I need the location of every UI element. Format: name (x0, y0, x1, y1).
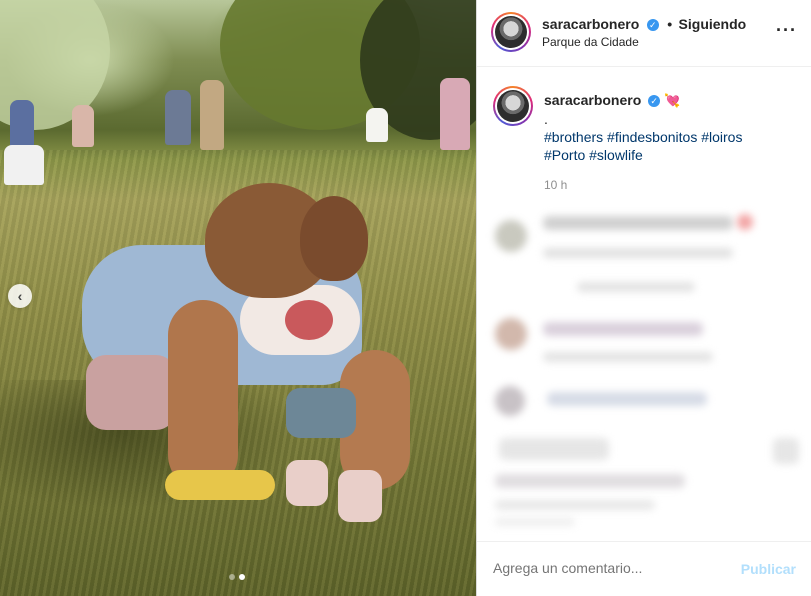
background-person (72, 105, 94, 147)
chevron-left-icon: ‹ (17, 288, 23, 304)
kid-shorts (86, 355, 176, 430)
carousel-prev-button[interactable]: ‹ (8, 284, 32, 308)
kid-denim-shorts (286, 388, 356, 438)
kid-leg (168, 300, 238, 490)
verified-badge-icon: ✓ (648, 95, 661, 108)
background-person (440, 78, 470, 150)
post-details-panel: saracarbonero ✓ • Siguiendo Parque da Ci… (476, 0, 811, 596)
comment-bar: Publicar (477, 541, 811, 596)
location-link[interactable]: Parque da Cidade (542, 35, 639, 49)
pink-shoe (338, 470, 382, 522)
background-person (4, 145, 44, 185)
caption-avatar[interactable] (493, 86, 533, 126)
post-header: saracarbonero ✓ • Siguiendo Parque da Ci… (477, 0, 811, 67)
pink-shoe (286, 460, 328, 506)
hashtags-line-2[interactable]: #Porto #slowlife (544, 146, 804, 164)
heart-arrow-emoji: 💘 (664, 93, 681, 108)
background-person (200, 80, 224, 150)
hashtags-line-1[interactable]: #brothers #findesbonitos #loiros (544, 128, 804, 146)
background-person (10, 100, 34, 148)
shirt-red-patch (285, 300, 333, 340)
carousel-dot[interactable] (229, 574, 235, 580)
post-timestamp[interactable]: 10 h (544, 176, 804, 194)
kid-hair (300, 196, 368, 281)
post-photo[interactable]: ‹ (0, 0, 476, 596)
flip-flop (165, 470, 275, 500)
background-person (165, 90, 191, 145)
more-options-icon[interactable]: ··· (776, 20, 797, 41)
comment-input[interactable] (493, 560, 733, 576)
background-person (366, 108, 388, 142)
avatar[interactable] (491, 12, 531, 52)
follow-separator: • (667, 16, 673, 32)
header-username[interactable]: saracarbonero (542, 16, 639, 32)
verified-badge-icon: ✓ (646, 18, 659, 31)
caption-dot: . (544, 111, 548, 127)
publish-button[interactable]: Publicar (741, 561, 796, 577)
caption-username[interactable]: saracarbonero (544, 92, 641, 108)
carousel-dots (229, 574, 245, 580)
following-button[interactable]: Siguiendo (679, 16, 747, 32)
carousel-dot-active[interactable] (239, 574, 245, 580)
